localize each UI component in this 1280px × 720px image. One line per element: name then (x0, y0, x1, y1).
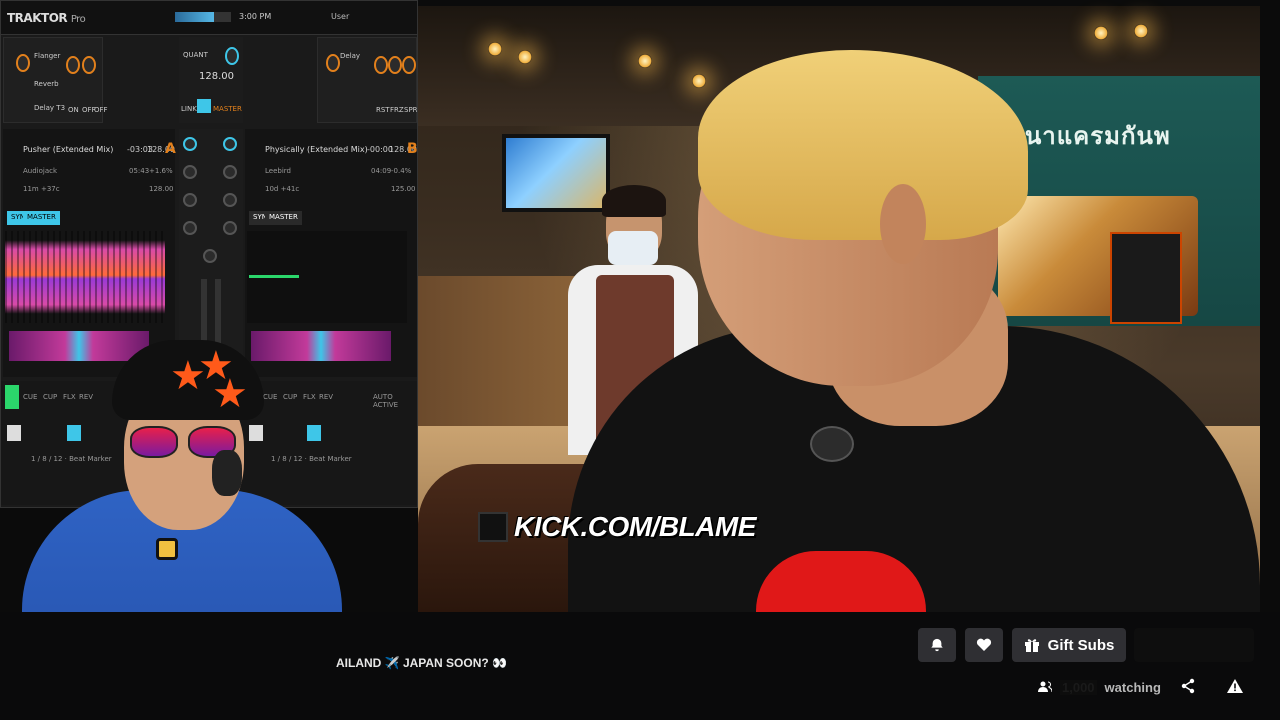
fx-slot-label[interactable]: Flanger (34, 52, 60, 60)
deck-b-master-button[interactable]: MASTER (265, 211, 302, 225)
deck-a-waveform[interactable] (5, 231, 165, 323)
deck-a-letter: A (165, 141, 176, 157)
fx-dry-wet-knob[interactable] (326, 54, 340, 72)
deck-b-letter: B (407, 141, 418, 157)
channel-fader[interactable] (201, 279, 207, 349)
master-clock-panel: QUANT 128.00 LINK MASTER (179, 37, 243, 123)
eq-mid-knob[interactable] (223, 193, 237, 207)
eq-hi-knob[interactable] (223, 165, 237, 179)
deck-b-pitch: -0.4% (391, 167, 412, 175)
auto-label: AUTO ACTIVE (373, 393, 399, 409)
deck-a-master-button[interactable]: MASTER (23, 211, 60, 225)
heart-icon (976, 638, 992, 651)
deck-b-key: 10d +41c (265, 185, 300, 193)
clock: 3:00 PM (239, 12, 272, 21)
deck-a-key: 11m +37c (23, 185, 60, 193)
subscribe-button[interactable] (1134, 628, 1254, 662)
deck-b-elapsed: 04:09 (371, 167, 392, 175)
master-level-meter (175, 12, 231, 22)
gain-knob[interactable] (223, 137, 237, 151)
fx-knob[interactable] (374, 56, 388, 74)
follow-heart-button[interactable] (965, 628, 1003, 662)
ceiling-lamp (1134, 24, 1148, 38)
sign-text: พนาแครมกันพ (1008, 123, 1171, 150)
fx-slot-label[interactable]: Delay (340, 52, 360, 60)
share-icon[interactable] (1180, 678, 1196, 694)
fx-unit-right: Delay RST FRZ SPR (317, 37, 417, 123)
channel-fader[interactable] (215, 279, 221, 349)
fx-button[interactable]: SPR (404, 106, 417, 114)
kick-watermark: KICK.COM/BLAME (478, 510, 756, 544)
deck-b-base-bpm: 125.00 (391, 185, 416, 193)
ceiling-lamp (1094, 26, 1108, 40)
eq-low-knob[interactable] (183, 221, 197, 235)
special-menu-board (1110, 232, 1182, 324)
viewer-count-number: 1,000 (1060, 679, 1097, 695)
deck-b-artist: Leebird (265, 167, 291, 175)
eq-hi-knob[interactable] (183, 165, 197, 179)
notifications-button[interactable] (918, 628, 956, 662)
master-volume-knob[interactable] (225, 47, 239, 65)
filter-knob[interactable] (203, 249, 217, 263)
fx-slot-label[interactable]: Delay T3 (34, 104, 65, 112)
deck-a-base-bpm: 128.00 (149, 185, 174, 193)
eq-low-knob[interactable] (223, 221, 237, 235)
gift-icon (1024, 639, 1039, 652)
fx-unit-left: Flanger Reverb Delay T3 ON OFF OFF (3, 37, 108, 123)
fx-knob[interactable] (82, 56, 96, 74)
master-button[interactable]: MASTER (213, 105, 242, 113)
ceiling-lamp (518, 50, 532, 64)
fx-button[interactable]: FRZ (390, 106, 404, 114)
star-cap: ★ ★ ★ (112, 340, 264, 420)
lavalier-mic (156, 538, 178, 560)
master-bpm: 128.00 (199, 71, 234, 82)
deck-b-track-title: Physically (Extended Mix) (265, 145, 368, 154)
deck-a-track-title: Pusher (Extended Mix) (23, 145, 114, 154)
gift-subs-button[interactable]: Gift Subs (1012, 628, 1126, 662)
fx-knob[interactable] (66, 56, 80, 74)
fx-slot-label[interactable]: Reverb (34, 80, 59, 88)
lapel-microphone (810, 426, 854, 462)
fx-button[interactable]: RST (376, 106, 390, 114)
fx-dry-wet-knob[interactable] (16, 54, 30, 72)
deck-a-pitch: +1.6% (149, 167, 173, 175)
headphones (212, 450, 242, 496)
fx-knob[interactable] (402, 56, 416, 74)
eq-mid-knob[interactable] (183, 193, 197, 207)
deck-a-elapsed: 05:43 (129, 167, 150, 175)
gift-subs-label: Gift Subs (1047, 636, 1115, 654)
deck-b-waveform[interactable] (247, 231, 407, 323)
viewer-count: 1,000 watching (1038, 678, 1161, 696)
layout-user[interactable]: User (331, 12, 349, 21)
fx-button[interactable]: ON (68, 106, 79, 114)
fx-button[interactable]: OFF (94, 106, 108, 114)
traktor-logo: TRAKTOR Pro (7, 10, 86, 25)
star-icon: ★ (212, 372, 248, 416)
auto-button[interactable] (197, 99, 211, 113)
watermark-text: KICK.COM/BLAME (514, 511, 756, 542)
person-ear (880, 184, 926, 264)
bell-icon (931, 638, 943, 652)
viewers-icon (1038, 681, 1052, 693)
fx-knob[interactable] (388, 56, 402, 74)
deck-a-artist: Audiojack (23, 167, 58, 175)
report-icon[interactable] (1226, 678, 1244, 694)
ceiling-lamp (638, 54, 652, 68)
wooden-counter (418, 276, 578, 436)
quant-label: QUANT (183, 51, 208, 59)
watermark-block (478, 512, 508, 542)
ceiling-lamp (692, 74, 706, 88)
viewer-count-label: watching (1104, 679, 1161, 695)
gain-knob[interactable] (183, 137, 197, 151)
ceiling-lamp (488, 42, 502, 56)
stream-info-bar: AILAND ✈️ JAPAN SOON? 👀 Gift Subs 1,000 … (0, 612, 1280, 720)
stream-title: AILAND ✈️ JAPAN SOON? 👀 (336, 656, 507, 670)
link-button[interactable]: LINK (181, 105, 197, 113)
